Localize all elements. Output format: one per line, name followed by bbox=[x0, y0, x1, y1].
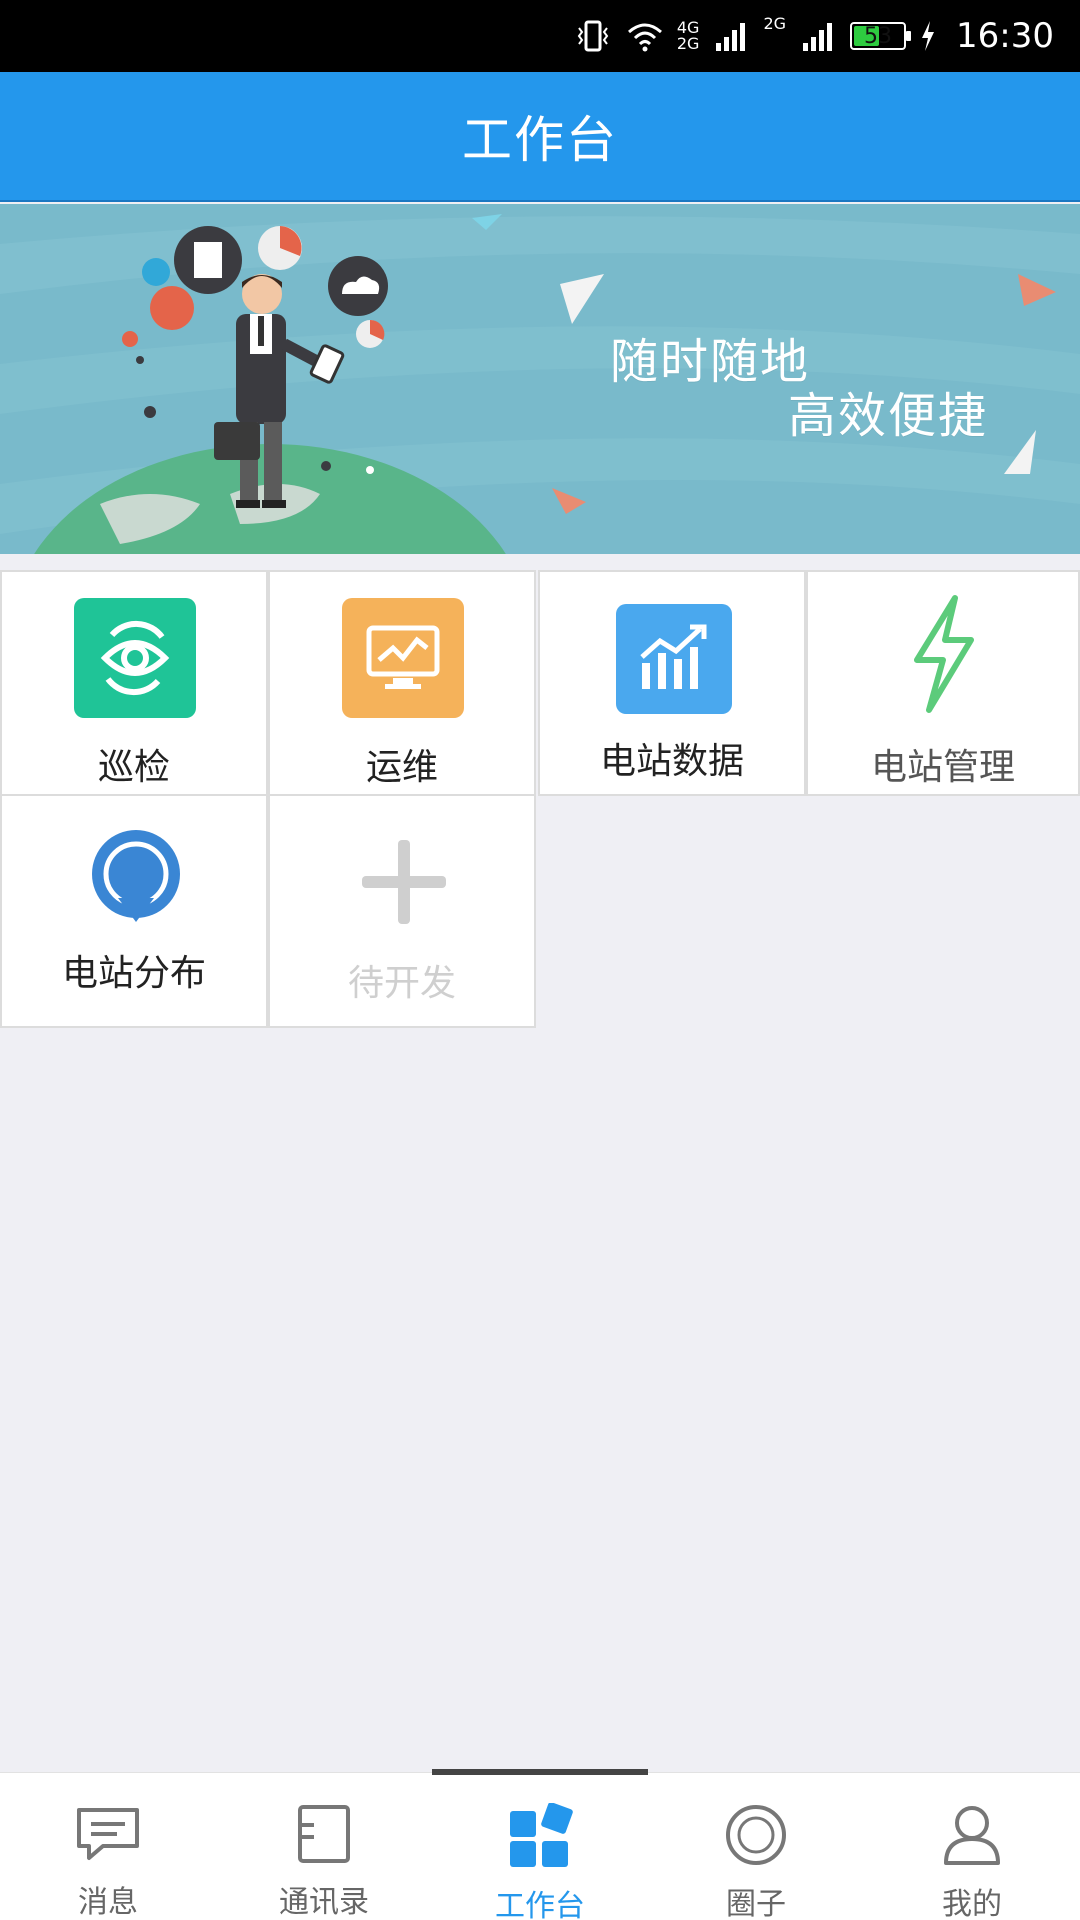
grid-item-maintenance[interactable]: 运维 bbox=[268, 570, 536, 796]
tab-messages[interactable]: 消息 bbox=[0, 1773, 216, 1920]
wifi-icon bbox=[625, 16, 665, 56]
vibrate-icon bbox=[573, 16, 613, 56]
banner[interactable]: 随时随地 高效便捷 bbox=[0, 204, 1080, 554]
tab-workbench[interactable]: 工作台 bbox=[432, 1773, 648, 1920]
clock: 16:30 bbox=[956, 16, 1054, 56]
network-type-1: 4G 2G bbox=[677, 20, 700, 52]
tab-label: 我的 bbox=[942, 1887, 1002, 1920]
grid-item-station-distribution[interactable]: 电站分布 bbox=[0, 794, 268, 1028]
bar-chart-icon bbox=[616, 604, 732, 714]
plus-icon bbox=[354, 832, 454, 932]
status-icons: 4G 2G 2G 53 16:30 bbox=[573, 14, 1054, 58]
contacts-book-icon bbox=[289, 1803, 359, 1865]
battery-level: 53 bbox=[864, 23, 893, 49]
app-header: 工作台 bbox=[0, 72, 1080, 202]
lightning-icon bbox=[888, 594, 998, 714]
network-bottom-label: 2G bbox=[676, 34, 700, 53]
grid-item-inspection[interactable]: 巡检 bbox=[0, 570, 268, 796]
grid-item-to-be-developed[interactable]: 待开发 bbox=[268, 794, 536, 1028]
ring-icon bbox=[86, 824, 186, 924]
tab-label: 工作台 bbox=[495, 1889, 585, 1920]
tab-mine[interactable]: 我的 bbox=[864, 1773, 1080, 1920]
grid-item-label: 运维 bbox=[365, 747, 438, 788]
grid-item-label: 电站分布 bbox=[61, 953, 206, 994]
grid-item-station-management[interactable]: 电站管理 bbox=[806, 570, 1080, 796]
grid-item-label: 电站数据 bbox=[599, 741, 744, 782]
monitor-chart-icon bbox=[342, 598, 464, 718]
chat-bubble-icon bbox=[73, 1803, 143, 1865]
status-bar: 4G 2G 2G 53 16:30 bbox=[0, 0, 1080, 72]
banner-slogan-line2: 高效便捷 bbox=[788, 388, 989, 444]
battery-icon: 53 bbox=[850, 22, 912, 50]
grid-item-label: 待开发 bbox=[347, 963, 456, 1004]
circle-icon bbox=[721, 1803, 791, 1867]
page-title: 工作台 bbox=[462, 111, 618, 169]
tab-label: 圈子 bbox=[726, 1887, 786, 1920]
tab-label: 消息 bbox=[78, 1885, 138, 1920]
grid-item-label: 电站管理 bbox=[870, 747, 1015, 788]
grid-item-label: 巡检 bbox=[97, 747, 170, 788]
signal-2-icon bbox=[798, 16, 838, 56]
charging-icon bbox=[918, 16, 938, 56]
banner-slogan-line1: 随时随地 bbox=[610, 334, 811, 390]
bottom-tab-bar: 消息 通讯录 工作台 圈子 我的 bbox=[0, 1769, 1080, 1920]
signal-icon bbox=[711, 16, 751, 56]
eye-rotate-icon bbox=[74, 598, 196, 718]
workbench-icon bbox=[505, 1803, 575, 1869]
tab-label: 通讯录 bbox=[279, 1885, 369, 1920]
network-type-2: 2G bbox=[763, 14, 787, 33]
grid-item-station-data[interactable]: 电站数据 bbox=[538, 570, 806, 796]
person-icon bbox=[937, 1803, 1007, 1867]
tab-contacts[interactable]: 通讯录 bbox=[216, 1773, 432, 1920]
tab-circle[interactable]: 圈子 bbox=[648, 1773, 864, 1920]
